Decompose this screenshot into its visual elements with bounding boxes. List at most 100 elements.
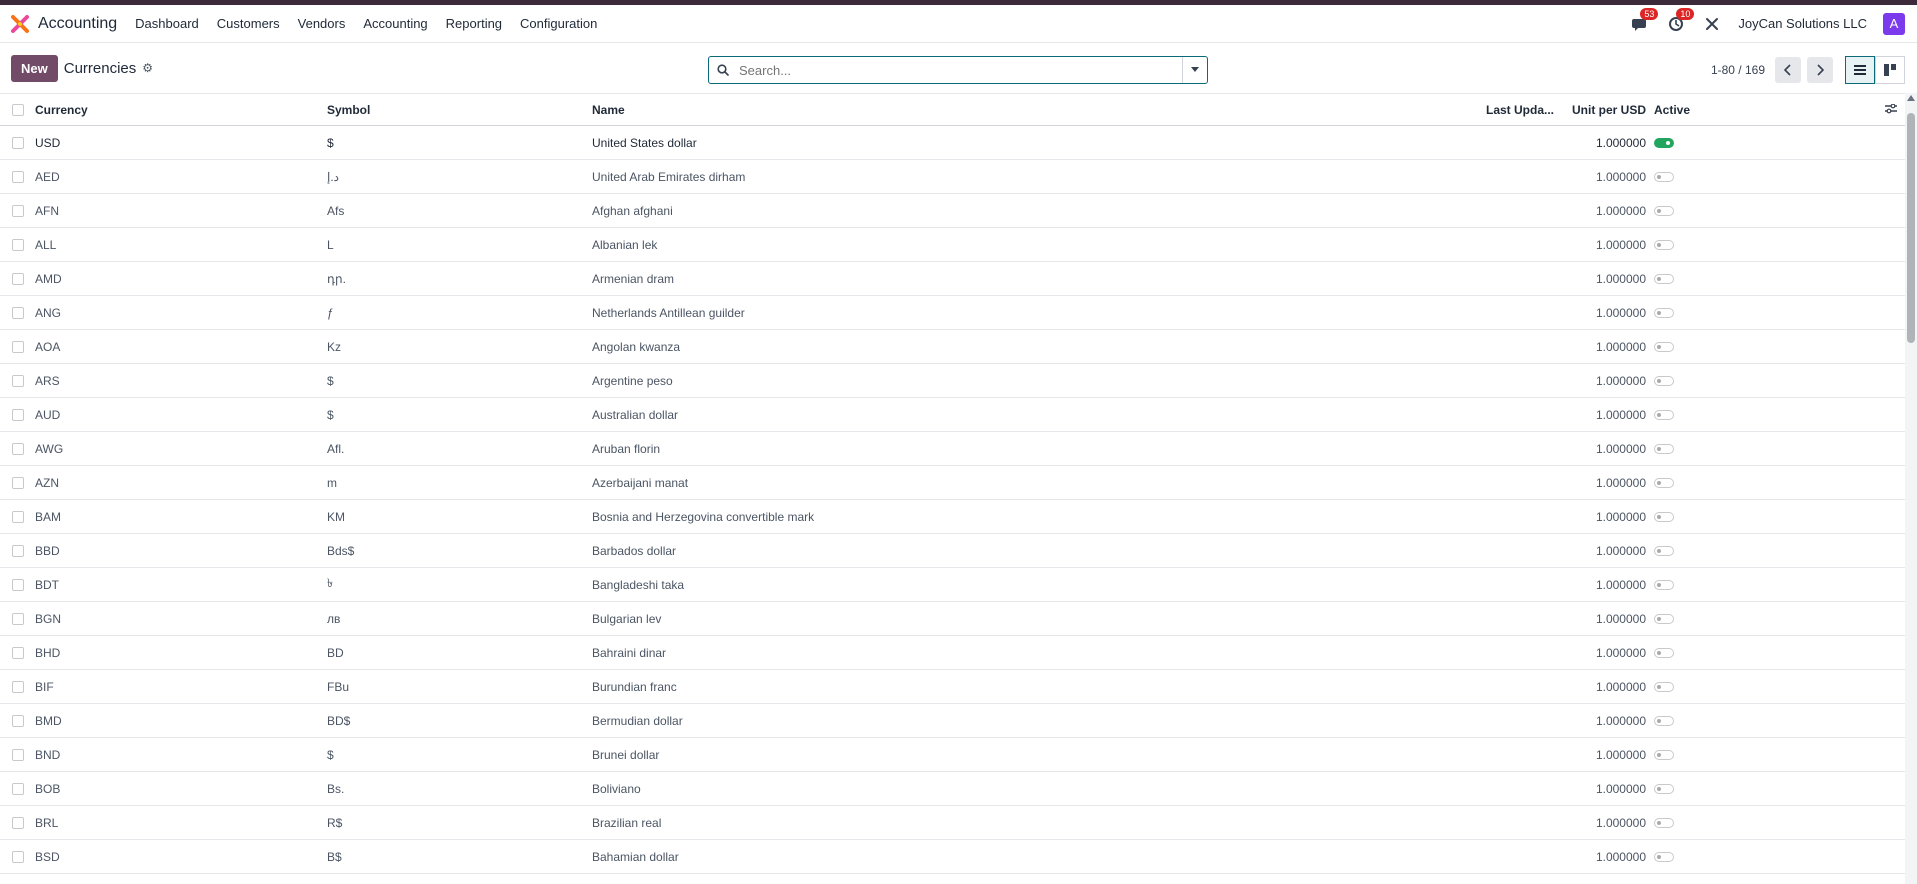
cell-symbol[interactable]: Bs. xyxy=(327,771,592,806)
row-checkbox[interactable] xyxy=(12,239,24,252)
row-checkbox[interactable] xyxy=(12,171,24,184)
cell-symbol[interactable]: BD xyxy=(327,635,592,670)
pager-previous-button[interactable] xyxy=(1775,57,1801,83)
messages-button[interactable]: 53 xyxy=(1630,7,1659,34)
cell-currency[interactable]: AOA xyxy=(35,329,327,364)
table-row[interactable]: BDT ৳ Bangladeshi taka 1.000000 xyxy=(0,567,1905,602)
cell-currency[interactable]: BDT xyxy=(35,567,327,602)
table-row[interactable]: USD $ United States dollar 1.000000 xyxy=(0,125,1905,160)
cell-currency[interactable]: BSD xyxy=(35,839,327,874)
cell-name[interactable]: Burundian franc xyxy=(592,669,1472,704)
cell-last-update[interactable] xyxy=(1472,567,1554,602)
cell-name[interactable]: Bosnia and Herzegovina convertible mark xyxy=(592,499,1472,534)
cell-symbol[interactable]: Afs xyxy=(327,193,592,228)
table-row[interactable]: BOB Bs. Boliviano 1.000000 xyxy=(0,771,1905,806)
table-row[interactable]: AOA Kz Angolan kwanza 1.000000 xyxy=(0,329,1905,364)
row-checkbox[interactable] xyxy=(12,647,24,660)
column-header-name[interactable]: Name xyxy=(592,93,1472,126)
cell-last-update[interactable] xyxy=(1472,601,1554,636)
active-toggle[interactable] xyxy=(1654,172,1674,183)
cell-unit-per-usd[interactable]: 1.000000 xyxy=(1554,227,1654,262)
cell-currency[interactable]: USD xyxy=(35,125,327,160)
cell-last-update[interactable] xyxy=(1472,397,1554,432)
active-toggle[interactable] xyxy=(1654,784,1674,795)
cell-symbol[interactable]: $ xyxy=(327,397,592,432)
cell-symbol[interactable]: ৳ xyxy=(327,567,592,602)
row-checkbox[interactable] xyxy=(12,511,24,524)
cell-name[interactable]: Brunei dollar xyxy=(592,737,1472,772)
cell-last-update[interactable] xyxy=(1472,873,1554,884)
active-toggle[interactable] xyxy=(1654,852,1674,863)
tools-button[interactable] xyxy=(1702,14,1722,34)
cell-name[interactable]: Bermudian dollar xyxy=(592,703,1472,738)
table-row[interactable]: BIF FBu Burundian franc 1.000000 xyxy=(0,669,1905,704)
cell-last-update[interactable] xyxy=(1472,533,1554,568)
table-row[interactable]: BMD BD$ Bermudian dollar 1.000000 xyxy=(0,703,1905,738)
table-row[interactable]: BHD BD Bahraini dinar 1.000000 xyxy=(0,635,1905,670)
pager-value[interactable]: 1-80 / 169 xyxy=(1711,63,1765,77)
row-checkbox[interactable] xyxy=(12,783,24,796)
cell-currency[interactable]: AED xyxy=(35,159,327,194)
cell-unit-per-usd[interactable]: 1.000000 xyxy=(1554,567,1654,602)
new-button[interactable]: New xyxy=(11,54,58,82)
active-toggle[interactable] xyxy=(1654,682,1674,693)
cell-name[interactable]: Afghan afghani xyxy=(592,193,1472,228)
cell-currency[interactable]: BMD xyxy=(35,703,327,738)
cell-currency[interactable]: AMD xyxy=(35,261,327,296)
cell-unit-per-usd[interactable]: 1.000000 xyxy=(1554,601,1654,636)
cell-unit-per-usd[interactable]: 1.000000 xyxy=(1554,193,1654,228)
column-header-currency[interactable]: Currency xyxy=(35,93,327,126)
row-checkbox[interactable] xyxy=(12,817,24,830)
table-row[interactable]: ARS $ Argentine peso 1.000000 xyxy=(0,363,1905,398)
cell-unit-per-usd[interactable]: 1.000000 xyxy=(1554,431,1654,466)
cell-name[interactable]: Barbados dollar xyxy=(592,533,1472,568)
cell-symbol[interactable]: Bds$ xyxy=(327,533,592,568)
cell-unit-per-usd[interactable]: 1.000000 xyxy=(1554,635,1654,670)
cell-name[interactable]: Boliviano xyxy=(592,771,1472,806)
cell-name[interactable]: Brazilian real xyxy=(592,805,1472,840)
cell-symbol[interactable]: դր. xyxy=(327,261,592,296)
optional-columns-icon[interactable] xyxy=(1885,103,1897,117)
cell-last-update[interactable] xyxy=(1472,771,1554,806)
cell-last-update[interactable] xyxy=(1472,295,1554,330)
cell-currency[interactable]: BRL xyxy=(35,805,327,840)
table-row[interactable]: BTNNu.Bhutanese ngultrum 1.000000 xyxy=(0,873,1905,884)
cell-unit-per-usd[interactable]: 1.000000 xyxy=(1554,703,1654,738)
row-checkbox[interactable] xyxy=(12,307,24,320)
table-row[interactable]: AED د.إ United Arab Emirates dirham 1.00000… xyxy=(0,159,1905,194)
cell-currency[interactable]: AUD xyxy=(35,397,327,432)
cell-unit-per-usd[interactable]: 1.000000 xyxy=(1554,839,1654,874)
cell-symbol[interactable]: Kz xyxy=(327,329,592,364)
cell-symbol[interactable]: $ xyxy=(327,363,592,398)
active-toggle[interactable] xyxy=(1654,648,1674,659)
table-row[interactable]: AFN Afs Afghan afghani 1.000000 xyxy=(0,193,1905,228)
cell-unit-per-usd[interactable]: 1.000000 xyxy=(1554,737,1654,772)
cell-unit-per-usd[interactable]: 1.000000 xyxy=(1554,329,1654,364)
cell-symbol[interactable]: KM xyxy=(327,499,592,534)
menu-vendors[interactable]: Vendors xyxy=(298,16,346,31)
cell-currency[interactable]: BBD xyxy=(35,533,327,568)
row-checkbox[interactable] xyxy=(12,477,24,490)
cell-name[interactable]: Armenian dram xyxy=(592,261,1472,296)
row-checkbox[interactable] xyxy=(12,341,24,354)
cell-name[interactable]: Netherlands Antillean guilder xyxy=(592,295,1472,330)
active-toggle[interactable] xyxy=(1654,512,1674,523)
cell-last-update[interactable] xyxy=(1472,159,1554,194)
cell-symbol[interactable]: Afl. xyxy=(327,431,592,466)
table-row[interactable]: BAM KM Bosnia and Herzegovina convertible … xyxy=(0,499,1905,534)
cell-unit-per-usd[interactable]: 1.000000 xyxy=(1554,363,1654,398)
cell-currency[interactable]: ALL xyxy=(35,227,327,262)
cell-last-update[interactable] xyxy=(1472,669,1554,704)
menu-configuration[interactable]: Configuration xyxy=(520,16,597,31)
active-toggle[interactable] xyxy=(1654,376,1674,387)
search-options-toggle[interactable] xyxy=(1182,57,1207,83)
active-toggle[interactable] xyxy=(1654,410,1674,421)
row-checkbox[interactable] xyxy=(12,443,24,456)
list-view-button[interactable] xyxy=(1845,56,1875,84)
cell-unit-per-usd[interactable]: 1.000000 xyxy=(1554,159,1654,194)
active-toggle[interactable] xyxy=(1654,580,1674,591)
active-toggle[interactable] xyxy=(1654,206,1674,217)
cell-last-update[interactable] xyxy=(1472,125,1554,160)
row-checkbox[interactable] xyxy=(12,749,24,762)
cell-unit-per-usd[interactable]: 1.000000 xyxy=(1554,499,1654,534)
